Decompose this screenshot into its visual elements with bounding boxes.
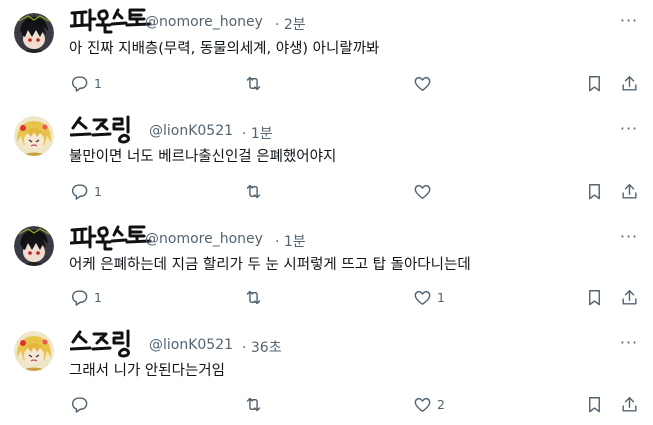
bookmark-button[interactable]	[585, 180, 604, 202]
timestamp[interactable]: · 2분	[275, 14, 306, 34]
tweet-text: 그래서 니가 안된다는거임	[69, 363, 225, 379]
timestamp[interactable]: · 1분	[242, 123, 273, 143]
more-icon[interactable]: ···	[618, 13, 640, 34]
share-icon	[622, 183, 637, 199]
avatar[interactable]	[14, 13, 54, 53]
like-count: 1	[437, 289, 445, 305]
user-handle[interactable]: @lionK0521	[149, 123, 233, 139]
timestamp[interactable]: · 36초	[242, 337, 282, 357]
more-icon[interactable]: ···	[618, 335, 640, 356]
retweet-button[interactable]	[244, 393, 268, 415]
avatar[interactable]	[14, 116, 54, 156]
action-bar: 2	[0, 393, 653, 415]
share-icon	[622, 396, 637, 412]
tweet-text: 아 진짜 지배층(무력, 동물의세계, 야생) 아니랄까봐	[69, 41, 380, 57]
avatar[interactable]	[14, 226, 54, 266]
bookmark-button[interactable]	[585, 286, 604, 308]
bookmark-button[interactable]	[585, 72, 604, 94]
display-name-handwritten	[70, 115, 130, 144]
timestamp[interactable]: · 1분	[275, 231, 306, 251]
reply-icon	[71, 183, 88, 200]
avatar[interactable]	[14, 331, 54, 371]
reply-count: 1	[94, 75, 102, 91]
retweet-icon	[246, 184, 261, 198]
reply-icon	[71, 75, 88, 92]
reply-button[interactable]: 1	[70, 180, 102, 202]
display-name[interactable]	[70, 328, 142, 358]
share-icon	[622, 75, 637, 91]
bookmark-icon	[589, 396, 600, 412]
like-icon	[414, 184, 431, 199]
retweet-icon	[246, 290, 261, 304]
bookmark-icon	[589, 75, 600, 91]
like-icon	[414, 397, 431, 412]
like-button[interactable]	[413, 180, 437, 202]
like-button[interactable]: 2	[413, 393, 445, 415]
reply-button[interactable]: 1	[70, 286, 102, 308]
like-icon	[414, 290, 431, 305]
bookmark-icon	[589, 183, 600, 199]
retweet-icon	[246, 76, 261, 90]
more-icon[interactable]: ···	[618, 229, 640, 250]
share-button[interactable]	[620, 180, 639, 202]
bookmark-icon	[589, 289, 600, 305]
like-count: 2	[437, 396, 445, 412]
user-handle[interactable]: @lionK0521	[149, 337, 233, 353]
share-button[interactable]	[620, 286, 639, 308]
user-handle[interactable]: @nomore_honey	[145, 14, 263, 30]
like-button[interactable]	[413, 72, 437, 94]
display-name[interactable]	[70, 222, 152, 252]
like-button[interactable]: 1	[413, 286, 445, 308]
more-icon[interactable]: ···	[618, 121, 640, 142]
reply-button[interactable]: 1	[70, 72, 102, 94]
display-name-handwritten	[70, 225, 152, 251]
retweet-icon	[246, 397, 261, 411]
retweet-button[interactable]	[244, 286, 268, 308]
reply-button[interactable]	[70, 393, 94, 415]
tweet-text: 불만이면 너도 베르나출신인걸 은폐했어야지	[69, 149, 337, 165]
tweet-text: 어케 은폐하는데 지금 할리가 두 눈 시퍼렇게 뜨고 탑 돌아다니는데	[69, 257, 471, 273]
reply-count: 1	[94, 289, 102, 305]
reply-icon	[71, 289, 88, 306]
action-bar: 1 1	[0, 286, 653, 308]
share-button[interactable]	[620, 393, 639, 415]
display-name-handwritten	[70, 8, 152, 34]
retweet-button[interactable]	[244, 72, 268, 94]
like-icon	[414, 76, 431, 91]
share-button[interactable]	[620, 72, 639, 94]
retweet-button[interactable]	[244, 180, 268, 202]
bookmark-button[interactable]	[585, 393, 604, 415]
display-name[interactable]	[70, 114, 142, 144]
action-bar: 1	[0, 180, 653, 202]
reply-icon	[71, 396, 88, 413]
display-name-handwritten	[70, 329, 130, 358]
display-name[interactable]	[70, 5, 152, 35]
share-icon	[622, 289, 637, 305]
user-handle[interactable]: @nomore_honey	[145, 231, 263, 247]
action-bar: 1	[0, 72, 653, 94]
reply-count: 1	[94, 183, 102, 199]
